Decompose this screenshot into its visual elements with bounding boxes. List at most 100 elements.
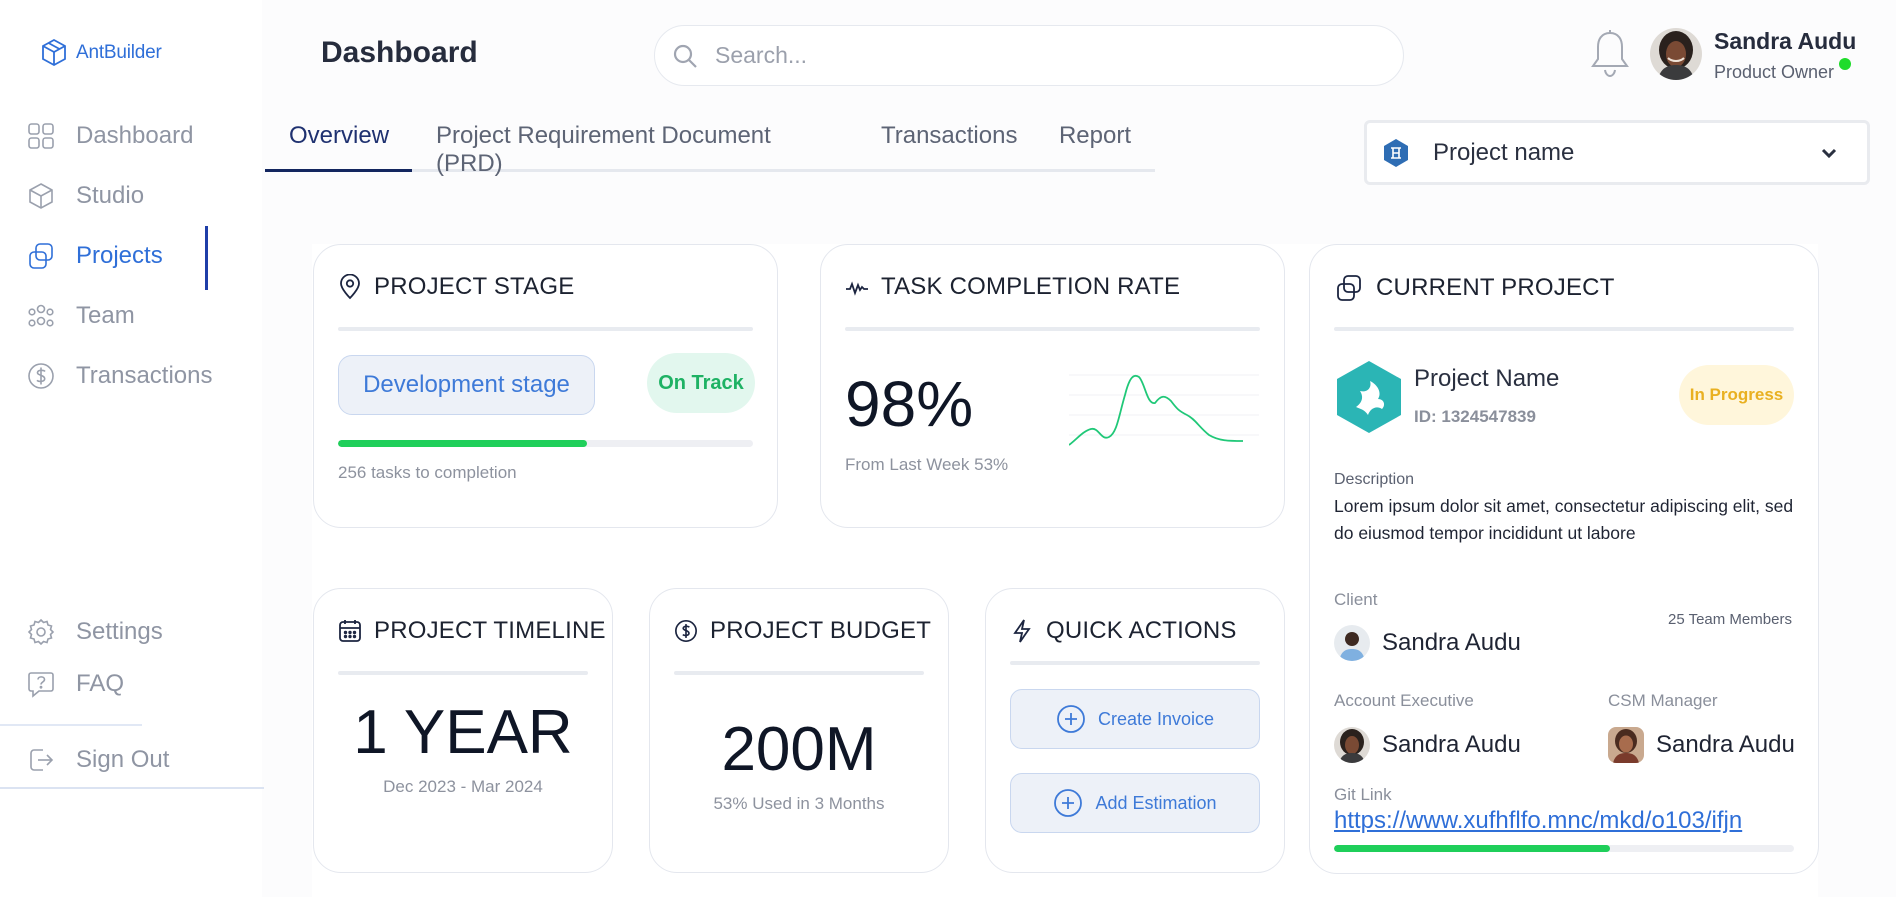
- tab-transactions[interactable]: Transactions: [857, 116, 1035, 172]
- card-header: PROJECT TIMELINE: [338, 617, 606, 645]
- csm-manager-person: Sandra Audu: [1608, 727, 1795, 763]
- sidebar: AntBuilder Dashboard Studio Projects Tea…: [0, 0, 264, 897]
- sign-out-label: Sign Out: [76, 746, 170, 773]
- sidebar-item-team[interactable]: Team: [26, 286, 262, 346]
- create-invoice-button[interactable]: Create Invoice: [1010, 689, 1260, 749]
- card-divider: [1334, 327, 1794, 331]
- chevron-down-icon: [1821, 148, 1837, 159]
- card-header: PROJECT BUDGET: [674, 617, 931, 645]
- card-divider: [338, 671, 588, 675]
- card-title: CURRENT PROJECT: [1376, 274, 1615, 301]
- sidebar-item-label: Dashboard: [76, 122, 194, 149]
- project-logo-icon: [1337, 361, 1401, 433]
- timeline-range: Dec 2023 - Mar 2024: [383, 777, 543, 796]
- stage-progress-fill: [338, 440, 587, 447]
- completion-rate-value: 98%: [845, 368, 974, 440]
- description-label: Description: [1334, 471, 1415, 488]
- search-input[interactable]: [715, 42, 1315, 69]
- help-icon: [28, 672, 54, 698]
- project-stage-card: PROJECT STAGE Development stage On Track…: [313, 244, 778, 528]
- sidebar-item-label: Projects: [76, 242, 163, 269]
- client-label: Client: [1334, 590, 1378, 609]
- location-pin-icon: [340, 274, 360, 300]
- card-title: PROJECT STAGE: [374, 273, 575, 300]
- status-badge: On Track: [647, 353, 755, 413]
- budget-value: 200M: [721, 715, 877, 784]
- quick-actions-card: QUICK ACTIONS Create Invoice Add Estimat…: [985, 588, 1285, 873]
- sign-out-button[interactable]: Sign Out: [26, 736, 169, 784]
- add-estimation-button[interactable]: Add Estimation: [1010, 773, 1260, 833]
- sidebar-bottom-nav: Settings FAQ: [26, 606, 262, 710]
- avatar[interactable]: [1650, 28, 1702, 80]
- projects-icon: [1337, 275, 1361, 301]
- description-text: Lorem ipsum dolor sit amet, consectetur …: [1334, 496, 1794, 543]
- project-name: Project Name: [1414, 365, 1560, 392]
- git-link-label: Git Link: [1334, 785, 1392, 804]
- current-project-card: CURRENT PROJECT Project Name ID: 1324547…: [1309, 244, 1819, 874]
- plus-circle-icon: [1054, 789, 1083, 817]
- sidebar-item-projects[interactable]: Projects: [26, 226, 262, 290]
- project-hex-icon: [1384, 138, 1408, 167]
- sidebar-item-studio[interactable]: Studio: [26, 166, 262, 226]
- avatar: [1334, 625, 1370, 661]
- search-bar[interactable]: [654, 25, 1404, 86]
- git-link[interactable]: https://www.xufhflfo.mnc/mkd/o103/ifjn: [1334, 807, 1742, 835]
- bell-icon: [1591, 30, 1629, 78]
- card-title: TASK COMPLETION RATE: [881, 273, 1181, 300]
- project-budget-card: PROJECT BUDGET 200M 53% Used in 3 Months: [649, 588, 949, 873]
- completion-sparkline: [1069, 374, 1259, 446]
- git-progress-fill: [1334, 845, 1610, 852]
- user-role: Product Owner: [1714, 62, 1835, 82]
- sidebar-divider: [0, 787, 264, 789]
- sidebar-item-settings[interactable]: Settings: [26, 606, 262, 658]
- client-photo-icon: [1334, 625, 1370, 661]
- tab-report[interactable]: Report: [1035, 116, 1155, 172]
- project-select[interactable]: Project name: [1364, 120, 1870, 185]
- dollar-icon: [675, 620, 697, 642]
- tab-prd[interactable]: Project Requirement Document (PRD): [412, 116, 857, 177]
- card-title: PROJECT TIMELINE: [374, 617, 606, 644]
- online-status-dot: [1839, 58, 1851, 70]
- dollar-icon: [28, 363, 54, 389]
- tasks-remaining-text: 256 tasks to completion: [338, 463, 517, 482]
- csm-manager-name: Sandra Audu: [1656, 731, 1795, 758]
- sidebar-nav: Dashboard Studio Projects Team Transacti…: [26, 106, 262, 406]
- app-logo[interactable]: AntBuilder: [40, 38, 162, 68]
- projects-icon: [29, 243, 53, 269]
- activity-icon: [846, 281, 868, 296]
- team-icon: [28, 304, 54, 327]
- task-completion-card: TASK COMPLETION RATE 98% From Last Week …: [820, 244, 1285, 528]
- card-header: QUICK ACTIONS: [1010, 617, 1237, 645]
- account-executive-photo-icon: [1334, 727, 1370, 763]
- sidebar-divider: [0, 724, 142, 726]
- git-progress-bar: [1334, 845, 1794, 852]
- csm-manager-photo-icon: [1608, 727, 1644, 763]
- team-members-count: 25 Team Members: [1668, 611, 1792, 628]
- card-divider: [1010, 661, 1260, 665]
- sidebar-item-dashboard[interactable]: Dashboard: [26, 106, 262, 166]
- client-name: Sandra Audu: [1382, 629, 1521, 656]
- card-title: PROJECT BUDGET: [710, 617, 932, 644]
- card-header: TASK COMPLETION RATE: [845, 273, 1180, 301]
- account-executive-label: Account Executive: [1334, 691, 1474, 710]
- status-badge: In Progress: [1679, 365, 1794, 425]
- stage-progress-bar: [338, 440, 753, 447]
- sidebar-item-label: Transactions: [76, 362, 213, 389]
- card-divider: [338, 327, 753, 331]
- user-photo-icon: [1650, 28, 1702, 80]
- cube-logo-icon: [42, 38, 66, 67]
- add-estimation-label: Add Estimation: [1095, 792, 1217, 813]
- completion-rate-note: From Last Week 53%: [845, 455, 1009, 474]
- card-header: PROJECT STAGE: [338, 273, 574, 301]
- card-header: CURRENT PROJECT: [1334, 273, 1615, 303]
- calendar-icon: [339, 620, 361, 642]
- tab-overview[interactable]: Overview: [265, 116, 412, 172]
- notifications-button[interactable]: [1588, 28, 1632, 80]
- sidebar-item-label: Team: [76, 302, 135, 329]
- sidebar-item-transactions[interactable]: Transactions: [26, 346, 262, 406]
- avatar: [1608, 727, 1644, 763]
- sidebar-item-faq[interactable]: FAQ: [26, 658, 262, 710]
- plus-circle-icon: [1057, 705, 1085, 733]
- tab-bar: Overview Project Requirement Document (P…: [265, 116, 1155, 177]
- card-title: QUICK ACTIONS: [1046, 617, 1237, 644]
